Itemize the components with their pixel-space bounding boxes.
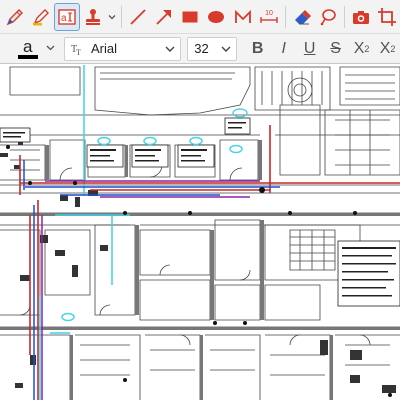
chevron-down-icon <box>221 46 231 52</box>
svg-text:10: 10 <box>265 10 273 17</box>
superscript-suffix: 2 <box>390 43 396 54</box>
svg-text:a: a <box>61 13 67 24</box>
pen-icon <box>6 8 24 25</box>
bold-button[interactable]: B <box>245 36 270 62</box>
superscript-button[interactable]: X2 <box>375 36 400 62</box>
italic-button[interactable]: I <box>271 36 296 62</box>
stamp-dropdown-button[interactable] <box>107 3 119 31</box>
toolbar-divider <box>284 5 286 28</box>
superscript-label: X <box>379 39 391 57</box>
text-box-tool-button[interactable]: a <box>54 2 81 31</box>
text-color-button[interactable]: a <box>14 36 58 62</box>
lasso-icon <box>320 8 336 25</box>
eraser-tool-button[interactable] <box>289 3 315 31</box>
eraser-icon <box>294 9 311 24</box>
line-icon <box>130 8 146 25</box>
font-size-select[interactable]: 32 <box>187 36 238 61</box>
annotation-toolbar: a 10 <box>0 0 400 34</box>
subscript-label: X <box>353 39 365 57</box>
highlighter-tool-button[interactable] <box>28 3 54 31</box>
font-family-select[interactable]: T T Arial <box>64 36 182 61</box>
text-box-icon: a <box>58 8 76 25</box>
font-family-value: Arial <box>91 41 118 56</box>
subscript-button[interactable]: X2 <box>349 36 374 62</box>
stamp-tool-button[interactable] <box>80 3 106 31</box>
polyline-tool-button[interactable] <box>230 3 256 31</box>
camera-icon <box>352 10 369 24</box>
arrow-icon <box>156 9 172 25</box>
snapshot-tool-button[interactable] <box>348 3 374 31</box>
arrow-tool-button[interactable] <box>151 3 177 31</box>
font-type-icon: T T <box>71 44 81 57</box>
rectangle-tool-button[interactable] <box>177 3 203 31</box>
highlighter-icon <box>33 8 50 25</box>
lasso-tool-button[interactable] <box>315 3 341 31</box>
svg-text:T: T <box>76 48 81 57</box>
floor-plan-drawing <box>0 65 400 400</box>
text-color-icon: a <box>18 37 55 59</box>
toolbar-divider <box>121 5 123 28</box>
crop-tool-button[interactable] <box>374 3 400 31</box>
text-format-bar: a T T Arial 32 B I U S X2 X2 <box>0 34 400 64</box>
strikethrough-button[interactable]: S <box>323 36 348 62</box>
toolbar-divider <box>343 5 345 28</box>
pen-tool-button[interactable] <box>2 3 28 31</box>
stamp-icon <box>86 8 101 25</box>
underline-button[interactable]: U <box>297 36 322 62</box>
measure-tool-button[interactable]: 10 <box>256 3 282 31</box>
measure-icon: 10 <box>259 10 278 23</box>
polyline-icon <box>234 9 251 23</box>
ellipse-icon <box>208 10 225 23</box>
crop-icon <box>378 7 397 26</box>
chevron-down-icon <box>165 46 175 52</box>
font-size-value: 32 <box>194 41 209 56</box>
line-tool-button[interactable] <box>125 3 151 31</box>
document-canvas[interactable] <box>0 65 400 400</box>
subscript-suffix: 2 <box>364 43 370 54</box>
rectangle-icon <box>182 11 198 22</box>
ellipse-tool-button[interactable] <box>203 3 229 31</box>
svg-text:a: a <box>23 37 33 56</box>
chevron-down-icon <box>108 14 116 19</box>
